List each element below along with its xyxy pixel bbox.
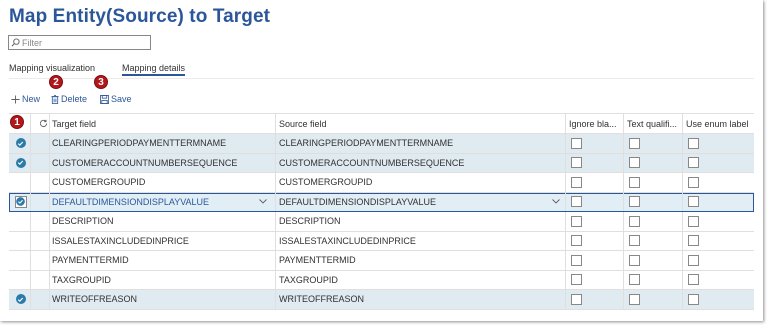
source-field-cell[interactable]: CLEARINGPERIODPAYMENTTERMNAME xyxy=(279,134,453,153)
source-field-cell[interactable]: PAYMENTTERMID xyxy=(279,251,356,270)
delete-icon xyxy=(51,94,59,104)
use-enum-label-checkbox[interactable] xyxy=(688,290,699,309)
callout-3: 3 xyxy=(94,75,108,89)
target-field-cell[interactable]: PAYMENTTERMID xyxy=(52,251,129,270)
row-select-checkbox[interactable] xyxy=(13,271,28,290)
ignore-blank-checkbox[interactable] xyxy=(571,290,582,309)
row-select-checkbox[interactable] xyxy=(13,251,28,270)
text-qualifier-checkbox[interactable] xyxy=(629,193,640,212)
row-select-checkbox[interactable] xyxy=(13,290,28,309)
table-row[interactable]: DEFAULTDIMENSIONDISPLAYVALUE DEFAULTDIMEN… xyxy=(9,192,754,212)
filter-placeholder: Filter xyxy=(22,37,42,48)
source-field-cell[interactable]: CUSTOMERGROUPID xyxy=(279,173,372,192)
row-select-checkbox[interactable] xyxy=(13,232,28,251)
source-field-cell[interactable]: DESCRIPTION xyxy=(279,212,341,231)
chevron-down-icon[interactable] xyxy=(552,193,560,212)
use-enum-label-checkbox[interactable] xyxy=(688,193,699,212)
ignore-blank-checkbox[interactable] xyxy=(571,251,582,270)
column-header-source-field[interactable]: Source field xyxy=(279,114,327,133)
row-select-checkbox[interactable] xyxy=(13,212,28,231)
target-field-cell[interactable]: CUSTOMERGROUPID xyxy=(52,173,145,192)
tab-mapping-visualization[interactable]: Mapping visualization xyxy=(9,63,95,73)
table-row[interactable]: CUSTOMERACCOUNTNUMBERSEQUENCE CUSTOMERACC… xyxy=(9,153,754,173)
new-button[interactable]: New xyxy=(11,94,40,104)
source-field-cell[interactable]: ISSALESTAXINCLUDEDINPRICE xyxy=(279,232,416,251)
save-button[interactable]: Save xyxy=(100,94,132,104)
source-field-cell[interactable]: WRITEOFFREASON xyxy=(279,290,364,309)
page-title: Map Entity(Source) to Target xyxy=(9,6,271,27)
text-qualifier-checkbox[interactable] xyxy=(629,154,640,173)
checkmark-icon xyxy=(14,195,27,208)
use-enum-label-checkbox[interactable] xyxy=(688,134,699,153)
table-row[interactable]: PAYMENTTERMID PAYMENTTERMID xyxy=(9,251,754,271)
source-field-cell[interactable]: DEFAULTDIMENSIONDISPLAYVALUE xyxy=(279,193,436,212)
use-enum-label-checkbox[interactable] xyxy=(688,173,699,192)
ignore-blank-checkbox[interactable] xyxy=(571,212,582,231)
use-enum-label-checkbox[interactable] xyxy=(688,271,699,290)
tab-divider xyxy=(9,78,754,79)
row-select-checkbox[interactable] xyxy=(13,134,28,153)
filter-input[interactable]: Filter xyxy=(8,35,151,50)
target-field-cell[interactable]: TAXGROUPID xyxy=(52,271,111,290)
use-enum-label-checkbox[interactable] xyxy=(688,251,699,270)
row-select-checkbox[interactable] xyxy=(13,154,28,173)
checkmark-icon xyxy=(15,294,26,305)
ignore-blank-checkbox[interactable] xyxy=(571,193,582,212)
new-label: New xyxy=(22,94,41,104)
row-select-checkbox[interactable] xyxy=(13,193,28,212)
target-field-cell[interactable]: DEFAULTDIMENSIONDISPLAYVALUE xyxy=(52,193,209,212)
mapping-grid: Target field Source field Ignore bla... … xyxy=(9,113,754,310)
table-row[interactable]: CUSTOMERGROUPID CUSTOMERGROUPID xyxy=(9,173,754,193)
table-row[interactable]: DESCRIPTION DESCRIPTION xyxy=(9,212,754,232)
delete-button[interactable]: Delete xyxy=(51,94,87,104)
use-enum-label-checkbox[interactable] xyxy=(688,212,699,231)
text-qualifier-checkbox[interactable] xyxy=(629,271,640,290)
text-qualifier-checkbox[interactable] xyxy=(629,173,640,192)
target-field-cell[interactable]: DESCRIPTION xyxy=(52,212,114,231)
row-select-checkbox[interactable] xyxy=(13,173,28,192)
save-icon xyxy=(100,94,109,104)
use-enum-label-checkbox[interactable] xyxy=(688,154,699,173)
column-header-use-enum-label[interactable]: Use enum label xyxy=(686,114,749,133)
table-row[interactable]: CLEARINGPERIODPAYMENTTERMNAME CLEARINGPER… xyxy=(9,134,754,154)
text-qualifier-checkbox[interactable] xyxy=(629,134,640,153)
ignore-blank-checkbox[interactable] xyxy=(571,232,582,251)
use-enum-label-checkbox[interactable] xyxy=(688,232,699,251)
column-header-ignore-blank[interactable]: Ignore bla... xyxy=(569,114,624,133)
checkmark-icon xyxy=(15,138,26,149)
column-header-target-field[interactable]: Target field xyxy=(52,114,96,133)
source-field-cell[interactable]: TAXGROUPID xyxy=(279,271,338,290)
ignore-blank-checkbox[interactable] xyxy=(571,173,582,192)
add-icon xyxy=(11,94,20,104)
tab-mapping-details[interactable]: Mapping details xyxy=(122,63,186,76)
ignore-blank-checkbox[interactable] xyxy=(571,271,582,290)
search-icon xyxy=(11,38,20,47)
chevron-down-icon[interactable] xyxy=(259,193,267,212)
save-label: Save xyxy=(111,94,132,104)
delete-label: Delete xyxy=(61,94,88,104)
text-qualifier-checkbox[interactable] xyxy=(629,232,640,251)
ignore-blank-checkbox[interactable] xyxy=(571,154,582,173)
source-field-cell[interactable]: CUSTOMERACCOUNTNUMBERSEQUENCE xyxy=(279,154,464,173)
grid-body: CLEARINGPERIODPAYMENTTERMNAME CLEARINGPER… xyxy=(9,134,754,310)
table-row[interactable]: ISSALESTAXINCLUDEDINPRICE ISSALESTAXINCLU… xyxy=(9,231,754,251)
text-qualifier-checkbox[interactable] xyxy=(629,212,640,231)
dialog-frame: Map Entity(Source) to Target Filter Mapp… xyxy=(0,0,763,321)
target-field-cell[interactable]: CUSTOMERACCOUNTNUMBERSEQUENCE xyxy=(52,154,237,173)
callout-2: 2 xyxy=(49,75,63,89)
target-field-cell[interactable]: CLEARINGPERIODPAYMENTTERMNAME xyxy=(52,134,226,153)
grid-header-row: Target field Source field Ignore bla... … xyxy=(9,114,754,134)
table-row[interactable]: TAXGROUPID TAXGROUPID xyxy=(9,270,754,290)
ignore-blank-checkbox[interactable] xyxy=(571,134,582,153)
target-field-cell[interactable]: ISSALESTAXINCLUDEDINPRICE xyxy=(52,232,189,251)
target-field-cell[interactable]: WRITEOFFREASON xyxy=(52,290,137,309)
text-qualifier-checkbox[interactable] xyxy=(629,251,640,270)
text-qualifier-checkbox[interactable] xyxy=(629,290,640,309)
checkmark-icon xyxy=(15,157,26,168)
table-row[interactable]: WRITEOFFREASON WRITEOFFREASON xyxy=(9,290,754,310)
column-header-text-qualifier[interactable]: Text qualifi... xyxy=(627,114,684,133)
